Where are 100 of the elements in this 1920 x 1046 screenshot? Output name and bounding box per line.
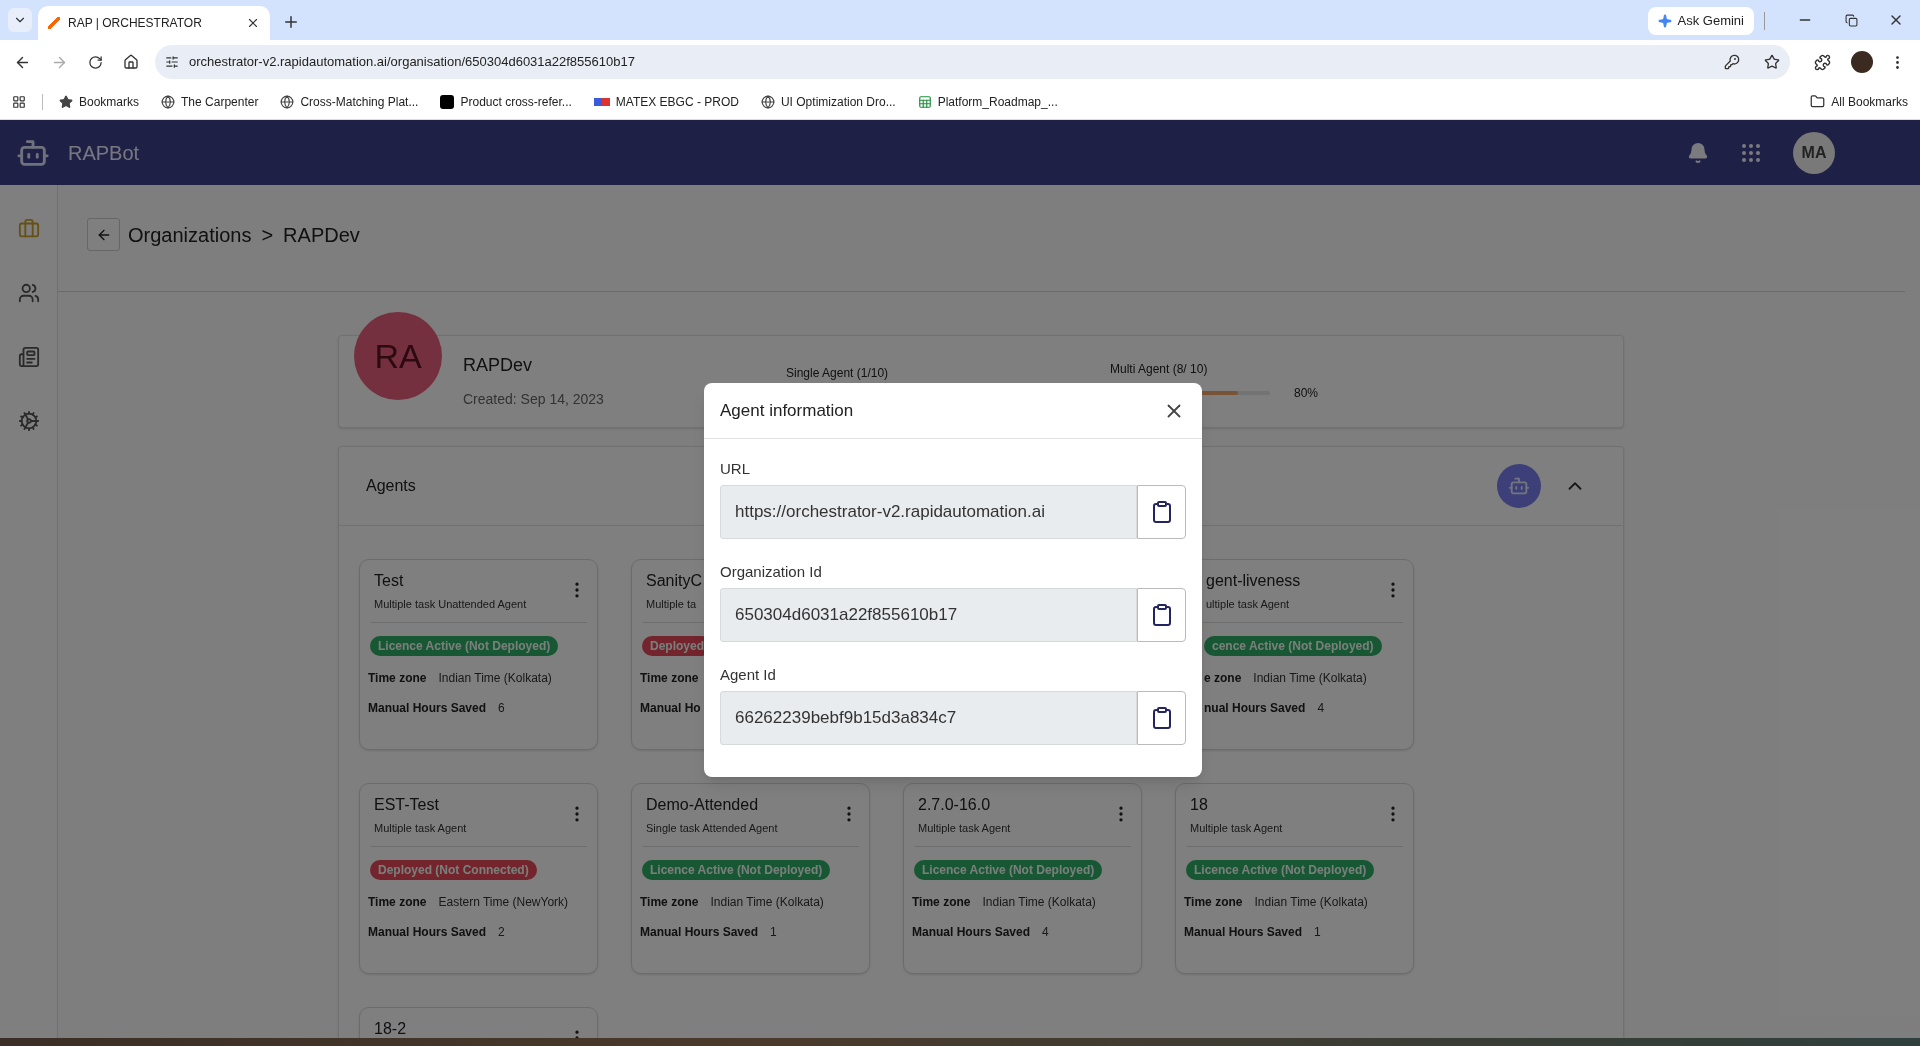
timezone-text: Indian Time (Kolkata) [1254, 894, 1368, 911]
users-icon[interactable] [17, 282, 40, 304]
field-label: nual Hours Saved [1204, 700, 1306, 717]
agent-name: gent-liveness [1206, 571, 1301, 591]
document-icon[interactable] [17, 346, 40, 368]
bookmark-item[interactable]: The Carpenter [161, 92, 259, 111]
site-info-icon[interactable] [165, 55, 179, 69]
field-label: Manual Ho [640, 700, 701, 717]
user-avatar[interactable]: MA [1793, 131, 1835, 174]
copy-button[interactable] [1137, 691, 1186, 745]
notifications-icon[interactable] [1687, 141, 1709, 164]
readonly-field[interactable]: 66262239bebf9b15d3a834c7 [720, 691, 1137, 745]
breadcrumb-separator: > [261, 222, 274, 248]
bookmark-item[interactable]: Product cross-refer... [440, 92, 572, 111]
field-label: Time zone [640, 894, 699, 911]
breadcrumb-item: RAPDev [283, 222, 360, 248]
back-button[interactable] [87, 218, 120, 251]
dialog-title: Agent information [720, 399, 854, 422]
timezone-text: Eastern Time (NewYork) [438, 894, 569, 911]
field-label: Manual Hours Saved [368, 924, 487, 941]
stripe-logo-icon [593, 97, 610, 106]
field-label: Agent Id [720, 665, 777, 685]
profile-avatar[interactable] [1851, 51, 1873, 73]
agent-type: Multiple task Agent [374, 821, 467, 836]
bookmark-item[interactable]: Bookmarks [59, 92, 140, 111]
folder-icon [1810, 94, 1826, 109]
all-bookmarks-item[interactable]: All Bookmarks [1810, 92, 1908, 111]
hours-value: 1 [1314, 924, 1321, 941]
browser-tab[interactable]: RAP | ORCHESTRATOR [38, 6, 270, 40]
address-bar[interactable]: orchestrator-v2.rapidautomation.ai/organisation/650304d6031a22f855610b17 [155, 45, 1790, 79]
field-label: Time zone [368, 894, 427, 911]
restore-icon[interactable] [1845, 14, 1858, 27]
status-badge: Licence Active (Not Deployed) [914, 860, 1103, 880]
app-name: RAPBot [68, 140, 140, 166]
timezone-text: Indian Time (Kolkata) [710, 894, 824, 911]
bookmark-item[interactable]: Platform_Roadmap_... [917, 92, 1058, 111]
status-badge: Licence Active (Not Deployed) [370, 636, 559, 656]
field-label: Manual Hours Saved [368, 700, 487, 717]
bookmark-star-icon[interactable] [1764, 54, 1780, 70]
readonly-field[interactable]: 650304d6031a22f855610b17 [720, 588, 1137, 642]
tab-search-button[interactable] [8, 8, 32, 32]
field-label: e zone [1204, 670, 1242, 687]
agent-name: SanityC [646, 571, 703, 591]
star-icon [59, 94, 73, 109]
organization-name: RAPDev [463, 354, 534, 377]
agent-name: 2.7.0-16.0 [918, 795, 992, 815]
settings-icon[interactable] [17, 410, 40, 432]
hours-value: 4 [1042, 924, 1049, 941]
timezone-text: Indian Time (Kolkata) [982, 894, 1096, 911]
globe-icon [760, 94, 775, 109]
agent-name: Test [374, 571, 405, 591]
agent-type: Multiple ta [646, 597, 698, 612]
sparkle-icon [1657, 14, 1672, 28]
bookmark-item[interactable]: UI Optimization Dro... [760, 92, 896, 111]
square-logo-icon [440, 94, 455, 109]
agent-type: ultiple task Agent [1206, 597, 1291, 612]
copy-button[interactable] [1137, 485, 1186, 539]
spreadsheet-icon [917, 94, 932, 109]
tab-favicon-icon [48, 17, 60, 29]
field-label: URL [720, 459, 751, 479]
panel-title: Agents [366, 476, 416, 496]
apps-icon[interactable] [12, 94, 26, 109]
organization-avatar: RA [354, 312, 442, 400]
field-label: Time zone [912, 894, 971, 911]
agent-name: 18-2 [374, 1019, 407, 1038]
agent-name: EST-Test [374, 795, 440, 815]
agent-type: Multiple task Agent [1190, 821, 1283, 836]
extensions-icon[interactable] [1814, 53, 1831, 71]
progress-reading: 80% [1294, 385, 1319, 402]
hours-value: 2 [498, 924, 505, 941]
tab-title: RAP | ORCHESTRATOR [68, 15, 203, 32]
add-agent-button[interactable] [1497, 464, 1541, 508]
copy-button[interactable] [1137, 588, 1186, 642]
field-label: Time zone [368, 670, 427, 687]
robot-icon [1508, 475, 1530, 497]
breadcrumb-item[interactable]: Organizations [128, 219, 252, 250]
url-text: orchestrator-v2.rapidautomation.ai/organisation/650304d6031a22f855610b17 [189, 53, 636, 72]
status-badge: Deployed (Not Connected) [370, 860, 537, 880]
home-icon[interactable] [123, 54, 139, 70]
assistant-button[interactable]: Ask Gemini [1647, 7, 1754, 35]
key-icon[interactable] [1724, 54, 1740, 70]
field-label: Manual Hours Saved [912, 924, 1031, 941]
new-tab-icon[interactable] [282, 13, 300, 31]
close-tab-icon[interactable] [246, 16, 260, 30]
agent-type: Single task Attended Agent [646, 821, 778, 836]
readonly-field[interactable]: https://orchestrator-v2.rapidautomation.ai [720, 485, 1137, 539]
timezone-text: Indian Time (Kolkata) [1253, 670, 1367, 687]
status-badge: Licence Active (Not Deployed) [642, 860, 831, 880]
hours-value: 4 [1317, 700, 1325, 717]
agent-type: Multiple task Unattended Agent [374, 597, 527, 612]
hours-value: 1 [770, 924, 777, 941]
globe-icon [161, 94, 176, 109]
bookmark-item[interactable]: Cross-Matching Plat... [280, 92, 419, 111]
hours-value: 6 [498, 700, 505, 717]
agent-name: Demo-Attended [646, 795, 760, 815]
reload-icon[interactable] [88, 54, 103, 70]
field-label: Manual Hours Saved [640, 924, 759, 941]
bookmark-item[interactable]: MATEX EBGC - PROD [593, 92, 739, 111]
globe-icon [280, 94, 295, 109]
field-label: Organization Id [720, 562, 823, 582]
